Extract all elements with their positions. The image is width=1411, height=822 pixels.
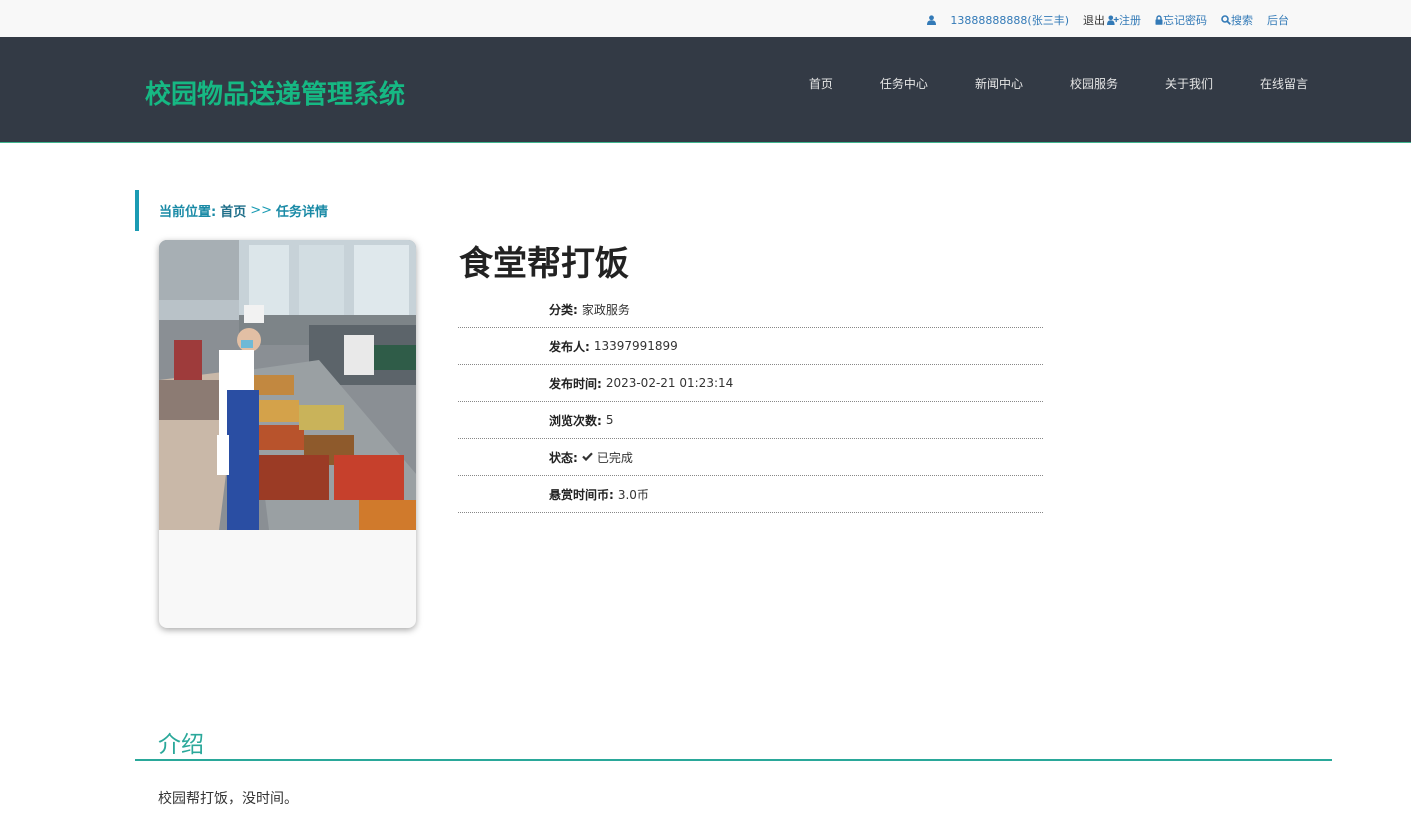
detail-row-publisher: 发布人: 13397991899 [458, 328, 1043, 365]
publisher-key: 发布人: [549, 339, 590, 354]
nav-item-news-center[interactable]: 新闻中心 [975, 75, 1023, 92]
nav-item-message[interactable]: 在线留言 [1260, 75, 1308, 92]
forgot-password-label: 忘记密码 [1163, 14, 1207, 27]
search-link[interactable]: 搜索 [1221, 12, 1253, 28]
user-icon [927, 15, 937, 25]
user-account-link[interactable]: 13888888888(张三丰) [927, 12, 1069, 28]
register-link[interactable]: 注册 [1107, 12, 1141, 28]
nav-item-task-center[interactable]: 任务中心 [880, 75, 928, 92]
breadcrumb: 当前位置: 首页 >> 任务详情 [135, 190, 328, 231]
check-icon [582, 450, 593, 464]
publisher-value: 13397991899 [593, 339, 678, 353]
publish-time-key: 发布时间: [549, 376, 602, 391]
breadcrumb-home[interactable]: 首页 [220, 201, 246, 220]
task-title: 食堂帮打饭 [459, 244, 629, 284]
category-key: 分类: [549, 302, 578, 317]
lock-icon [1155, 15, 1163, 25]
search-icon [1221, 15, 1231, 25]
task-image-card [159, 240, 416, 628]
reward-key: 悬赏时间币: [549, 487, 614, 502]
detail-row-status: 状态: 已完成 [458, 439, 1043, 476]
reward-value: 3.0币 [617, 487, 649, 502]
category-value: 家政服务 [581, 302, 630, 317]
site-brand[interactable]: 校园物品送递管理系统 [145, 74, 405, 111]
intro-divider [135, 759, 1332, 761]
nav-item-about-us[interactable]: 关于我们 [1165, 75, 1213, 92]
breadcrumb-label: 当前位置: [159, 205, 217, 220]
publish-time-value: 2023-02-21 01:23:14 [605, 376, 734, 390]
nav-item-campus-service[interactable]: 校园服务 [1070, 75, 1118, 92]
nav-item-home[interactable]: 首页 [809, 75, 833, 92]
status-key: 状态: [549, 450, 578, 465]
detail-row-reward: 悬赏时间币: 3.0币 [458, 476, 1043, 513]
top-utility-bar: 13888888888(张三丰) 退出 注册 忘记密码 搜索 后台 [0, 0, 1411, 37]
breadcrumb-separator: >> [250, 203, 273, 218]
forgot-password-link[interactable]: 忘记密码 [1155, 12, 1207, 28]
site-header: 校园物品送递管理系统 首页 任务中心 新闻中心 校园服务 关于我们 在线留言 [0, 37, 1411, 143]
register-label: 注册 [1119, 14, 1141, 27]
main-nav: 首页 任务中心 新闻中心 校园服务 关于我们 在线留言 [762, 75, 1308, 92]
views-key: 浏览次数: [549, 413, 602, 428]
detail-row-publish-time: 发布时间: 2023-02-21 01:23:14 [458, 365, 1043, 402]
detail-row-views: 浏览次数: 5 [458, 402, 1043, 439]
breadcrumb-current: 任务详情 [276, 205, 329, 220]
admin-link[interactable]: 后台 [1267, 12, 1289, 28]
search-label: 搜索 [1231, 14, 1253, 27]
intro-heading: 介绍 [158, 732, 204, 758]
status-value: 已完成 [596, 450, 633, 465]
user-plus-icon [1107, 15, 1119, 25]
task-photo [159, 240, 416, 530]
views-value: 5 [605, 413, 614, 427]
detail-row-category: 分类: 家政服务 [458, 291, 1043, 328]
user-name: 13888888888(张三丰) [950, 14, 1069, 27]
task-details: 分类: 家政服务 发布人: 13397991899 发布时间: 2023-02-… [458, 291, 1043, 513]
intro-text: 校园帮打饭，没时间。 [158, 791, 298, 807]
utility-links: 13888888888(张三丰) 退出 注册 忘记密码 搜索 后台 [927, 12, 1289, 28]
logout-link[interactable]: 退出 [1083, 12, 1105, 28]
